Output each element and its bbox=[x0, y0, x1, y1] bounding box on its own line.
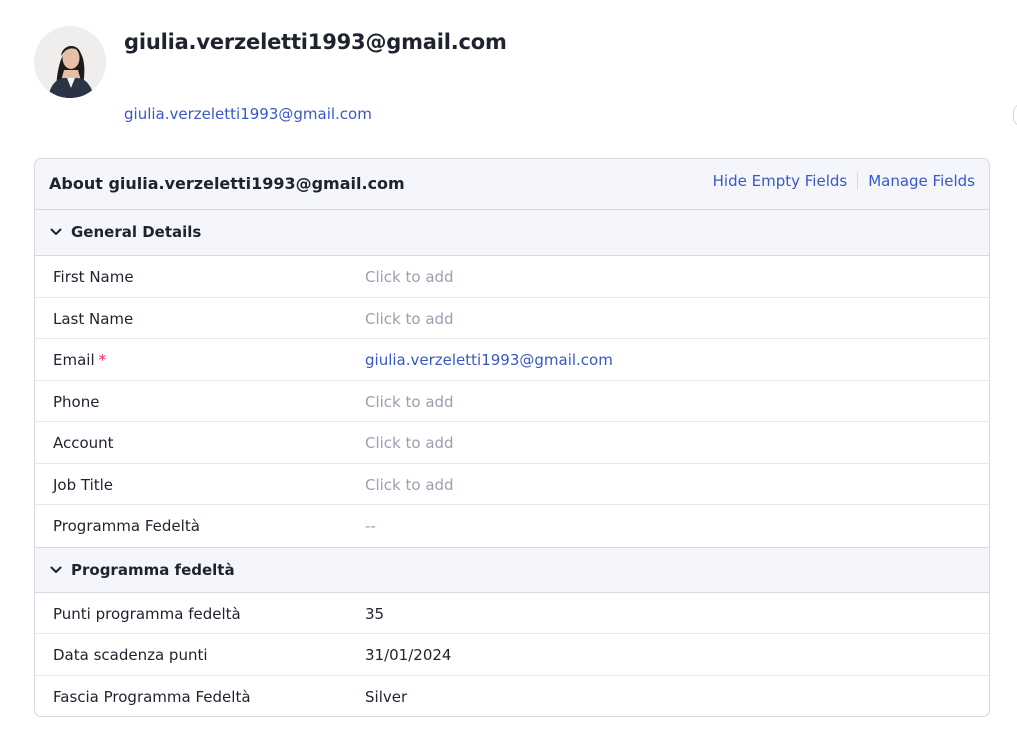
field-label: First Name bbox=[53, 268, 134, 286]
field-label: Job Title bbox=[53, 475, 114, 494]
contact-title: giulia.verzeletti1993@gmail.com bbox=[124, 30, 507, 54]
punti-value[interactable]: 35 bbox=[365, 605, 384, 623]
contact-email-link[interactable]: giulia.verzeletti1993@gmail.com bbox=[124, 105, 372, 123]
chevron-down-icon bbox=[50, 228, 62, 235]
required-asterisk: * bbox=[98, 351, 107, 369]
avatar-photo-icon bbox=[34, 26, 106, 98]
about-panel-title: About giulia.verzeletti1993@gmail.com bbox=[49, 174, 405, 193]
manage-fields-link[interactable]: Manage Fields bbox=[868, 172, 975, 190]
last-name-value[interactable]: Click to add bbox=[365, 310, 454, 328]
hide-empty-fields-link[interactable]: Hide Empty Fields bbox=[713, 172, 848, 190]
chevron-down-icon bbox=[50, 566, 62, 573]
email-label-text: Email bbox=[53, 351, 95, 369]
programma-fedelta-value[interactable]: -- bbox=[365, 517, 376, 535]
data-scadenza-value[interactable]: 31/01/2024 bbox=[365, 646, 451, 664]
about-panel-header: About giulia.verzeletti1993@gmail.com Hi… bbox=[35, 159, 989, 210]
account-value[interactable]: Click to add bbox=[365, 434, 454, 452]
field-label: Last Name bbox=[53, 309, 134, 328]
field-row-programma-fedelta: Programma Fedeltà -- bbox=[35, 505, 989, 547]
field-row-first-name: First Name Click to add bbox=[35, 256, 989, 298]
field-row-fascia: Fascia Programma Fedeltà Silver bbox=[35, 676, 989, 717]
field-label: Punti programma fedeltà bbox=[53, 604, 241, 623]
field-row-account: Account Click to add bbox=[35, 422, 989, 464]
field-row-phone: Phone Click to add bbox=[35, 381, 989, 422]
section-general-details[interactable]: General Details bbox=[35, 210, 989, 256]
fascia-value[interactable]: Silver bbox=[365, 688, 407, 706]
field-label: Fascia Programma Fedeltà bbox=[53, 687, 251, 706]
field-row-email: Email * giulia.verzeletti1993@gmail.com bbox=[35, 339, 989, 381]
section-programma-fedelta[interactable]: Programma fedeltà bbox=[35, 546, 989, 593]
section-title: General Details bbox=[71, 223, 202, 241]
avatar[interactable] bbox=[34, 26, 106, 98]
field-label: Data scadenza punti bbox=[53, 646, 208, 664]
field-row-last-name: Last Name Click to add bbox=[35, 298, 989, 339]
field-row-punti: Punti programma fedeltà 35 bbox=[35, 593, 989, 634]
first-name-value[interactable]: Click to add bbox=[365, 268, 454, 286]
field-label: Account bbox=[53, 434, 114, 452]
phone-value[interactable]: Click to add bbox=[365, 393, 454, 411]
job-title-value[interactable]: Click to add bbox=[365, 476, 454, 494]
about-panel-actions: Hide Empty Fields Manage Fields bbox=[713, 172, 975, 190]
field-label: Phone bbox=[53, 392, 100, 411]
about-panel: About giulia.verzeletti1993@gmail.com Hi… bbox=[34, 158, 990, 717]
section-title: Programma fedeltà bbox=[71, 560, 235, 579]
field-label: Email * bbox=[53, 351, 106, 369]
contact-header: giulia.verzeletti1993@gmail.com giulia.v… bbox=[34, 26, 974, 126]
email-value[interactable]: giulia.verzeletti1993@gmail.com bbox=[365, 351, 613, 369]
field-row-job-title: Job Title Click to add bbox=[35, 464, 989, 505]
field-label: Programma Fedeltà bbox=[53, 517, 200, 535]
actions-divider bbox=[857, 172, 859, 190]
side-panel-handle[interactable] bbox=[1013, 104, 1017, 126]
field-row-data-scadenza: Data scadenza punti 31/01/2024 bbox=[35, 634, 989, 676]
